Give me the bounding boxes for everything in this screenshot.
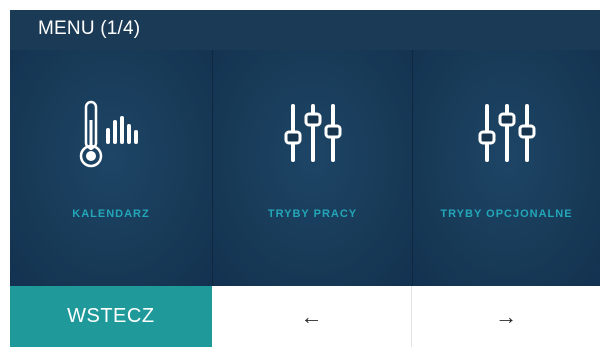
tile-tryby-opcjonalne[interactable]: TRYBY OPCJONALNE bbox=[412, 50, 600, 286]
back-button[interactable]: WSTECZ bbox=[10, 286, 212, 347]
tile-kalendarz[interactable]: KALENDARZ bbox=[10, 50, 212, 286]
footer-nav: WSTECZ ← → bbox=[10, 286, 600, 347]
thermometer-chart-icon bbox=[79, 100, 138, 168]
sliders-icon bbox=[284, 104, 341, 162]
header-bar: MENU (1/4) bbox=[10, 10, 600, 50]
menu-panel: MENU (1/4) KALENDARZ TRYBY PRACY TRYBY O… bbox=[10, 10, 600, 347]
menu-tiles: KALENDARZ TRYBY PRACY TRYBY OPCJONALNE bbox=[10, 50, 600, 286]
tile-tryby-pracy[interactable]: TRYBY PRACY bbox=[212, 50, 412, 286]
next-page-button[interactable]: → bbox=[412, 286, 600, 347]
tile-label: KALENDARZ bbox=[72, 208, 150, 220]
page-title: MENU (1/4) bbox=[38, 18, 141, 39]
tile-label: TRYBY PRACY bbox=[267, 208, 358, 220]
screen: MENU (1/4) KALENDARZ TRYBY PRACY TRYBY O… bbox=[0, 0, 600, 347]
arrow-right-icon: → bbox=[495, 303, 518, 329]
tile-label: TRYBY OPCJONALNE bbox=[440, 208, 573, 220]
previous-page-button[interactable]: ← bbox=[211, 286, 413, 347]
sliders-icon bbox=[478, 104, 535, 162]
arrow-left-icon: ← bbox=[300, 303, 323, 329]
